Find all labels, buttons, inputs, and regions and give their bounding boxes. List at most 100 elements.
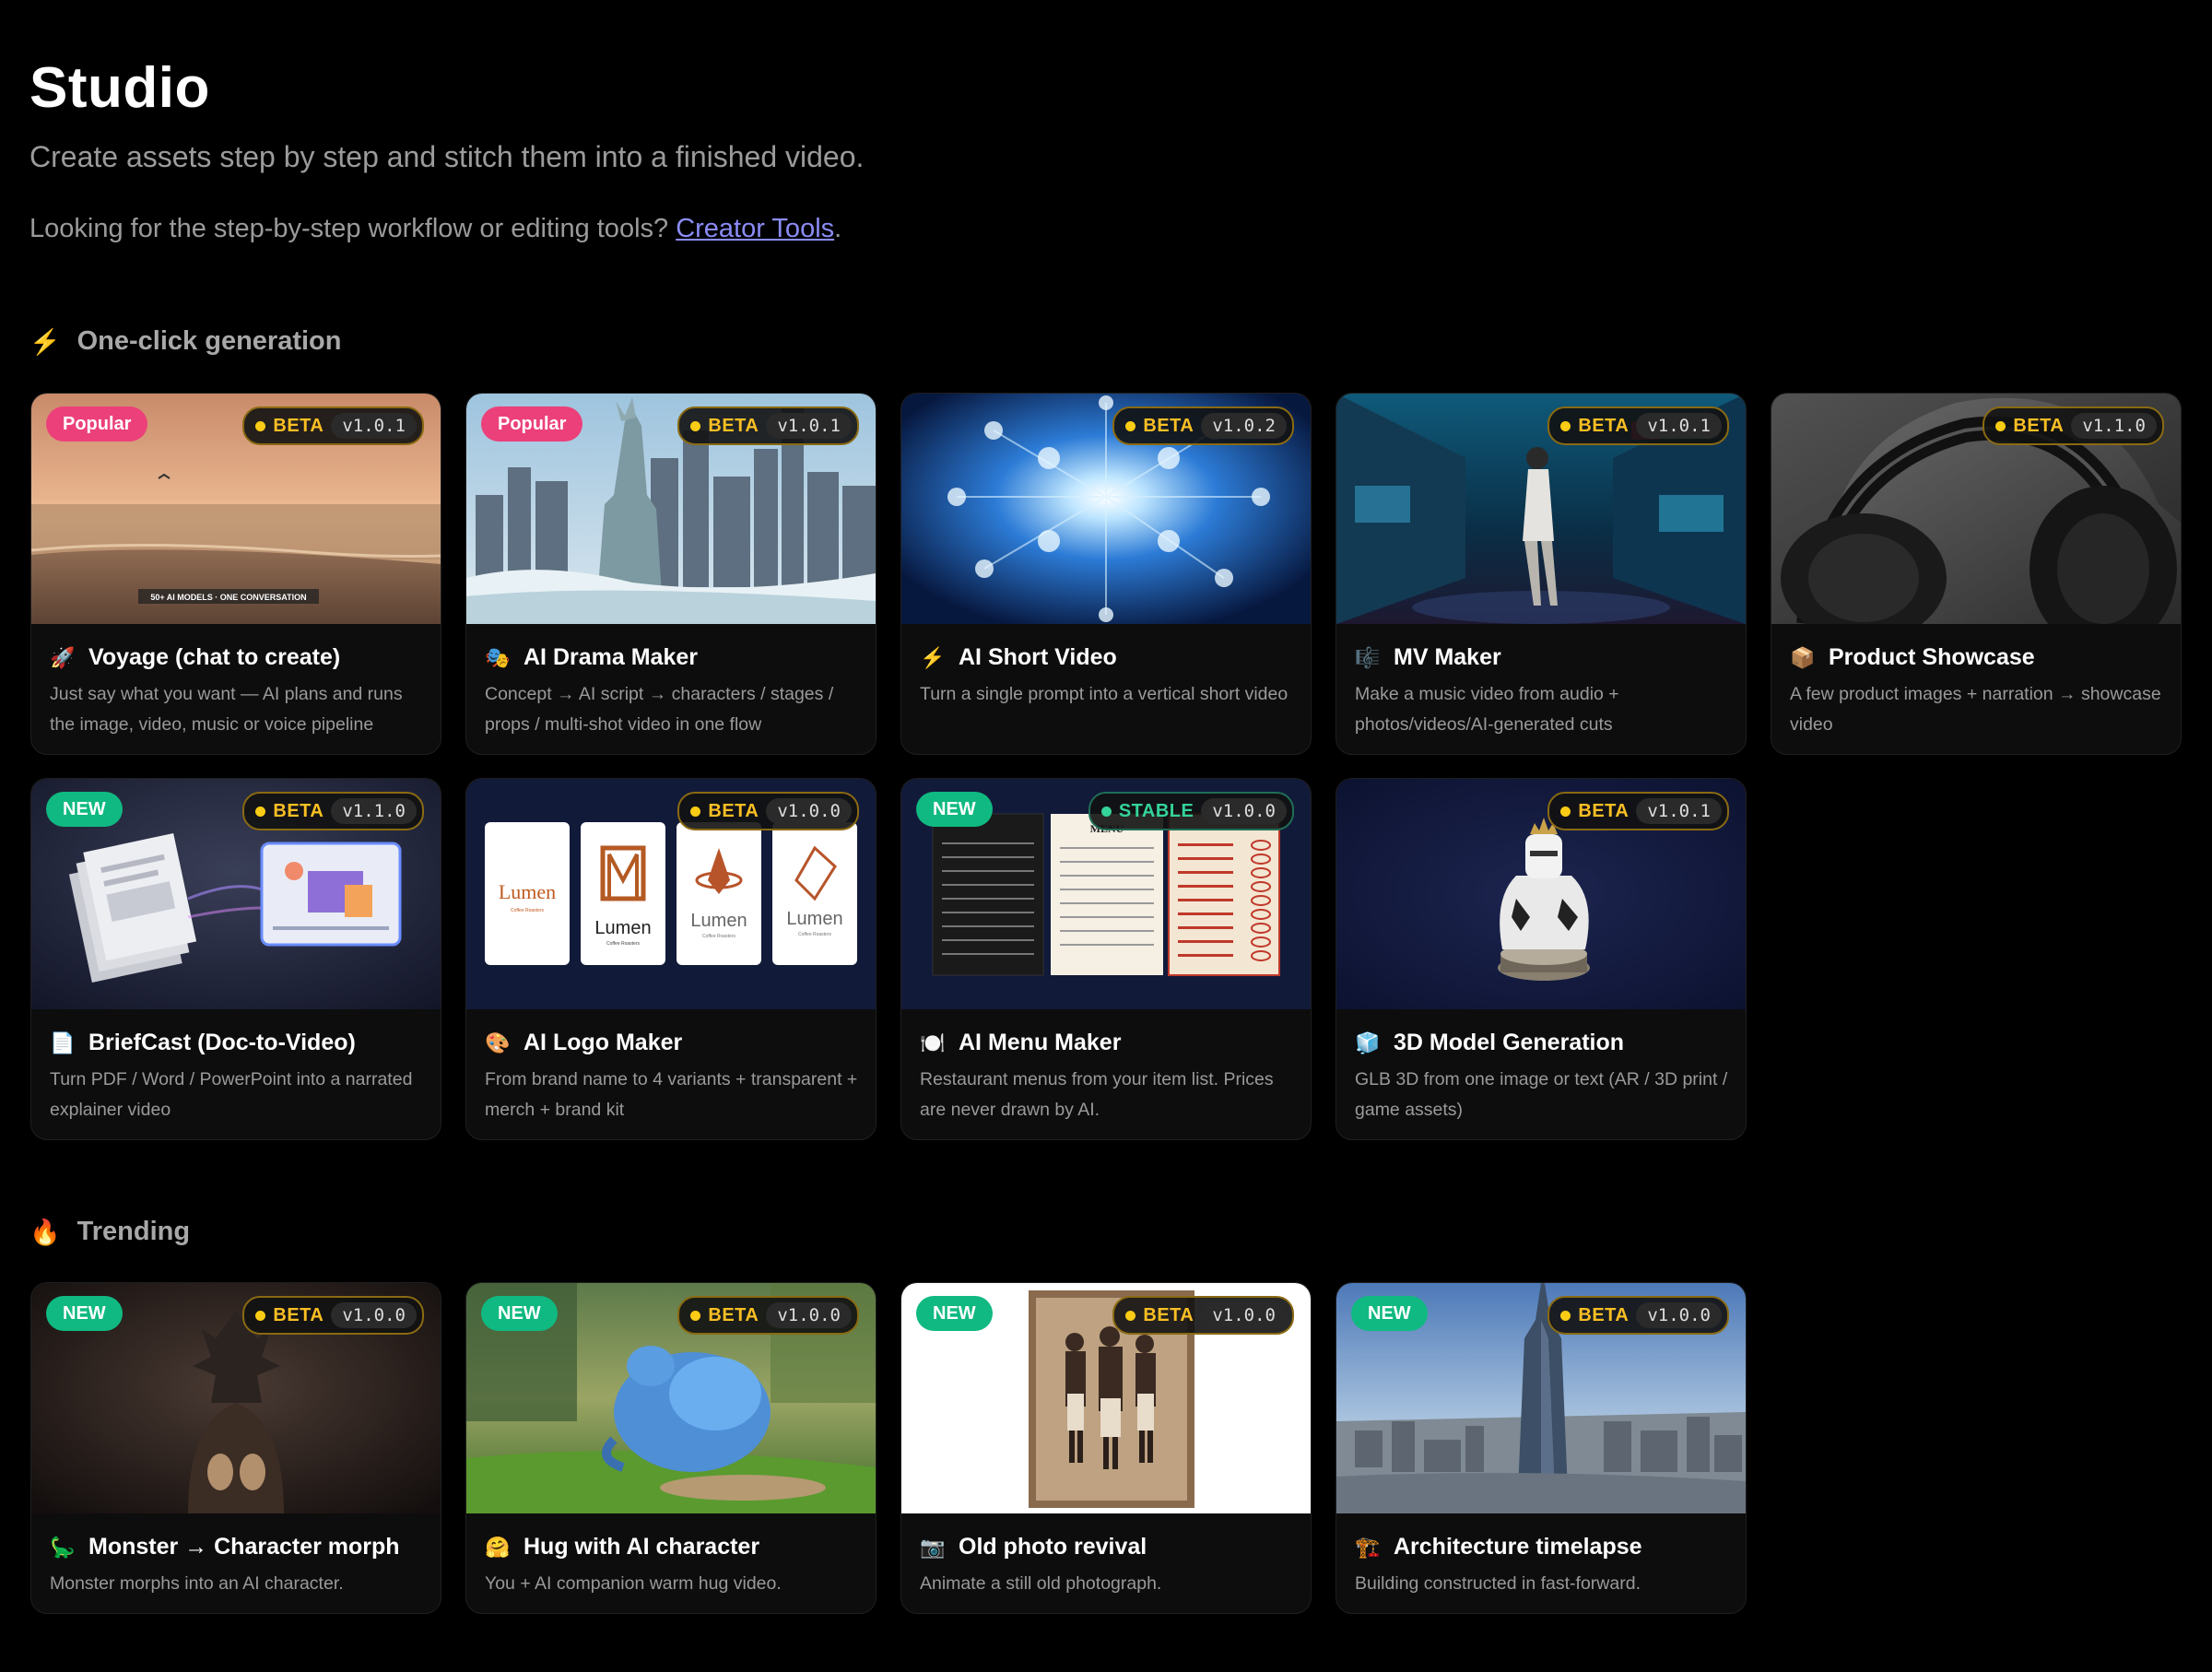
tool-card-ai-drama-maker[interactable]: Popular BETA v1.0.1 🎭 AI Drama Maker Conc… xyxy=(465,393,877,755)
status-label: BETA xyxy=(273,1304,324,1325)
status-dot-icon xyxy=(1995,420,2006,431)
card-title: 🏗️ Architecture timelapse xyxy=(1355,1534,1642,1560)
tool-card-ai-short-video[interactable]: BETA v1.0.2 ⚡ AI Short Video Turn a singl… xyxy=(900,393,1312,755)
card-title-text: Hug with AI character xyxy=(524,1534,760,1560)
status-pill: BETA v1.0.2 xyxy=(1112,406,1294,445)
status-label: BETA xyxy=(708,800,759,821)
card-title-text: MV Maker xyxy=(1394,644,1501,670)
card-title-text: 3D Model Generation xyxy=(1394,1030,1625,1055)
section-trending: 🔥 Trending xyxy=(29,1217,190,1247)
popular-badge: Popular xyxy=(481,406,583,442)
thumbnail-overlay-text: 50+ AI MODELS · ONE CONVERSATION xyxy=(150,593,306,602)
card-title-text: AI Drama Maker xyxy=(524,644,698,670)
package-icon: 📦 xyxy=(1790,645,1816,669)
camera-icon: 📷 xyxy=(920,1535,946,1559)
tool-card-monster-character-morph[interactable]: NEW BETA v1.0.0 🦕 Monster → Character mor… xyxy=(30,1282,441,1614)
status-label: BETA xyxy=(708,1304,759,1325)
plate-icon: 🍽️ xyxy=(920,1030,946,1054)
tool-card-product-showcase[interactable]: BETA v1.1.0 📦 Product Showcase A few prod… xyxy=(1771,393,2182,755)
card-title: 🧊 3D Model Generation xyxy=(1355,1030,1624,1056)
version-label: v1.0.1 xyxy=(766,413,852,439)
status-label: BETA xyxy=(1578,800,1630,821)
status-pill: BETA v1.1.0 xyxy=(242,792,424,830)
palette-icon: 🎨 xyxy=(485,1030,511,1054)
rocket-icon: 🚀 xyxy=(50,645,76,669)
status-label: STABLE xyxy=(1118,800,1194,821)
tool-card-voyage[interactable]: 50+ AI MODELS · ONE CONVERSATION Popular… xyxy=(30,393,441,755)
status-pill: BETA v1.0.0 xyxy=(1112,1296,1294,1335)
status-label: BETA xyxy=(708,415,759,436)
card-title-text: AI Logo Maker xyxy=(524,1030,683,1055)
logo-variant-3: Lumen xyxy=(690,911,747,931)
card-title: 🎼 MV Maker xyxy=(1355,644,1501,671)
logo-variant-4-sub: Coffee Roasters xyxy=(798,932,832,937)
tool-card-ai-menu-maker[interactable]: MENU NEW STABLE v1.0.0 🍽️AI Menu Maker R… xyxy=(900,778,1312,1140)
card-description: Make a music video from audio + photos/v… xyxy=(1355,684,1619,735)
card-description: GLB 3D from one image or text (AR / 3D p… xyxy=(1355,1069,1728,1120)
card-title-text: Old photo revival xyxy=(959,1534,1147,1560)
status-label: BETA xyxy=(1143,1304,1194,1325)
card-title-text: BriefCast (Doc-to-Video) xyxy=(88,1030,356,1055)
logo-variant-3-sub: Coffee Roasters xyxy=(702,934,736,939)
creator-tools-link[interactable]: Creator Tools xyxy=(676,214,834,243)
status-dot-icon xyxy=(1560,420,1571,431)
status-pill: BETA v1.1.0 xyxy=(1983,406,2164,445)
card-description: A few product images + narration → showc… xyxy=(1790,684,2161,735)
card-description: Turn a single prompt into a vertical sho… xyxy=(920,684,1288,704)
section-title: One-click generation xyxy=(76,326,342,356)
card-description: Concept → AI script → characters / stage… xyxy=(485,684,834,735)
version-label: v1.1.0 xyxy=(2071,413,2157,439)
tool-card-briefcast[interactable]: NEW BETA v1.1.0 📄 BriefCast (Doc-to-Video… xyxy=(30,778,441,1140)
card-title-text: Architecture timelapse xyxy=(1394,1534,1642,1560)
tool-card-old-photo-revival[interactable]: NEW BETA v1.0.0 📷 Old photo revival Anima… xyxy=(900,1282,1312,1614)
card-title: 📦 Product Showcase xyxy=(1790,644,2035,671)
status-dot-icon xyxy=(690,1310,701,1321)
card-title: 🍽️ AI Menu Maker xyxy=(920,1030,1121,1056)
status-dot-icon xyxy=(690,806,701,817)
status-dot-icon xyxy=(255,1310,266,1321)
tool-card-3d-model-generation[interactable]: BETA v1.0.1 🧊 3D Model Generation GLB 3D … xyxy=(1335,778,1747,1140)
logo-variant-2-sub: Coffee Roasters xyxy=(606,941,641,947)
status-dot-icon xyxy=(255,420,266,431)
status-pill: STABLE v1.0.0 xyxy=(1088,792,1294,830)
page-title: Studio xyxy=(29,56,210,120)
status-pill: BETA v1.0.0 xyxy=(677,792,859,830)
document-icon: 📄 xyxy=(50,1030,76,1054)
hint-suffix: . xyxy=(834,214,842,243)
card-title: 🎨 AI Logo Maker xyxy=(485,1030,682,1056)
card-title: 📷 Old photo revival xyxy=(920,1534,1147,1560)
status-pill: BETA v1.0.0 xyxy=(242,1296,424,1335)
creator-tools-hint: Looking for the step-by-step workflow or… xyxy=(29,214,841,244)
version-label: v1.0.0 xyxy=(766,798,852,824)
logo-variant-1-sub: Coffee Roasters xyxy=(511,908,545,913)
status-pill: BETA v1.0.0 xyxy=(677,1296,859,1335)
version-label: v1.0.0 xyxy=(331,1302,417,1328)
new-badge: NEW xyxy=(1351,1296,1428,1331)
new-badge: NEW xyxy=(916,1296,993,1331)
version-label: v1.1.0 xyxy=(331,798,417,824)
tool-card-hug-with-ai-character[interactable]: NEW BETA v1.0.0 🤗 Hug with AI character Y… xyxy=(465,1282,877,1614)
card-title-text: AI Menu Maker xyxy=(959,1030,1122,1055)
version-label: v1.0.1 xyxy=(1636,413,1722,439)
card-title: 🎭 AI Drama Maker xyxy=(485,644,698,671)
version-label: v1.0.0 xyxy=(766,1302,852,1328)
page-subtitle: Create assets step by step and stitch th… xyxy=(29,140,865,173)
dinosaur-icon: 🦕 xyxy=(50,1535,76,1559)
version-label: v1.0.1 xyxy=(331,413,417,439)
new-badge: NEW xyxy=(46,792,123,827)
status-dot-icon xyxy=(1125,1310,1136,1321)
card-description: Building constructed in fast-forward. xyxy=(1355,1573,1641,1594)
card-title: 🤗 Hug with AI character xyxy=(485,1534,759,1560)
lightning-icon: ⚡ xyxy=(920,645,946,669)
tool-card-mv-maker[interactable]: BETA v1.0.1 🎼 MV Maker Make a music video… xyxy=(1335,393,1747,755)
drama-masks-icon: 🎭 xyxy=(485,645,511,669)
version-label: v1.0.2 xyxy=(1201,413,1287,439)
status-label: BETA xyxy=(273,415,324,436)
tool-card-ai-logo-maker[interactable]: Lumen Coffee Roasters Lumen Coffee Roast… xyxy=(465,778,877,1140)
status-dot-icon xyxy=(1125,420,1136,431)
version-label: v1.0.0 xyxy=(1201,1302,1287,1328)
card-title-text: Voyage (chat to create) xyxy=(88,644,341,670)
card-description: From brand name to 4 variants + transpar… xyxy=(485,1069,858,1120)
tool-card-architecture-timelapse[interactable]: NEW BETA v1.0.0 🏗️ Architecture timelapse… xyxy=(1335,1282,1747,1614)
status-label: BETA xyxy=(1578,1304,1630,1325)
